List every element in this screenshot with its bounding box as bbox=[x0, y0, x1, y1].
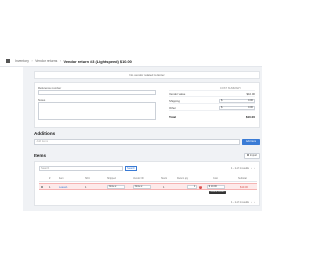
total-value: $10.00 bbox=[245, 114, 255, 119]
row-cost-input[interactable]: $ 10.00 bbox=[207, 185, 225, 190]
page-title: Vendor return #3 (Lightspeed) $10.00 bbox=[63, 58, 132, 64]
warning-icon[interactable]: ! bbox=[199, 185, 203, 189]
col-shipped: Shipped bbox=[107, 177, 116, 180]
breadcrumb-inventory[interactable]: Inventory bbox=[15, 59, 29, 63]
table-row: 1 Leave1 1 None ▾ None ▾ 1 1 ! $ 10.00 $… bbox=[39, 183, 257, 190]
pager-prev-icon[interactable]: ‹ bbox=[251, 167, 252, 170]
row-return-qty-input[interactable]: 1 bbox=[187, 185, 197, 190]
row-stock: 1 bbox=[163, 185, 165, 189]
breadcrumb-vendor-returns[interactable]: Vendor returns bbox=[35, 59, 57, 63]
col-cost: Cost bbox=[213, 177, 218, 180]
col-vendor-id: Vendor ID bbox=[133, 177, 144, 180]
col-subtotal: Subtotal bbox=[238, 177, 247, 180]
cost-summary-label: COST SUMMARY bbox=[219, 86, 241, 90]
col-return-qty: Return qty bbox=[177, 177, 189, 180]
import-icon bbox=[246, 154, 249, 157]
col-sku: SKU bbox=[85, 177, 90, 180]
row-checkbox[interactable] bbox=[41, 186, 44, 189]
row-sku: 1 bbox=[85, 185, 87, 189]
import-button-label: Import bbox=[249, 154, 258, 157]
import-button[interactable]: Import bbox=[244, 153, 260, 159]
pager-top: 1 - 1 of 1 results ‹ › bbox=[231, 167, 255, 170]
row-item-link[interactable]: Leave1 bbox=[59, 186, 68, 189]
notice-banner: No vendor related to Enter bbox=[34, 71, 260, 79]
notes-textarea[interactable] bbox=[38, 102, 156, 120]
cost-summary-header: COST SUMMARY bbox=[169, 86, 255, 91]
breadcrumb: Inventory › Vendor returns › Vendor retu… bbox=[15, 59, 132, 64]
pager-bottom-text: 1 - 1 of 1 results bbox=[230, 201, 249, 204]
main-content: No vendor related to Enter Reference num… bbox=[23, 67, 262, 211]
breadcrumb-separator-icon: › bbox=[59, 59, 61, 63]
vendor-value-label: Vendor value bbox=[169, 92, 186, 96]
apps-grid-icon[interactable] bbox=[6, 59, 10, 63]
vendor-value: $10.00 bbox=[246, 92, 255, 96]
items-header: Items Import bbox=[34, 153, 260, 160]
pager-bottom: 1 - 1 of 1 results ‹ › bbox=[231, 201, 255, 204]
total-row: Total $10.00 bbox=[169, 114, 255, 119]
screenshot: Inventory › Vendor returns › Vendor retu… bbox=[0, 0, 280, 280]
reference-input[interactable] bbox=[38, 90, 156, 95]
total-label: Total bbox=[169, 114, 176, 119]
shipping-row: Shipping $ 0.00 bbox=[169, 99, 255, 104]
pager-next-icon[interactable]: › bbox=[254, 167, 255, 170]
items-search-input[interactable]: Search bbox=[39, 166, 123, 171]
shipping-label: Shipping bbox=[169, 99, 180, 103]
shipping-currency: $ bbox=[221, 99, 223, 102]
row-cost-value: 10.00 bbox=[210, 185, 217, 188]
shipping-input[interactable]: $ 0.00 bbox=[219, 99, 255, 103]
pager-bottom-next-icon[interactable]: › bbox=[254, 201, 255, 204]
add-item-button[interactable]: Add item bbox=[242, 139, 260, 145]
top-bar: Inventory › Vendor returns › Vendor retu… bbox=[0, 56, 262, 67]
additions-title: Additions bbox=[34, 131, 56, 136]
return-reason-tooltip: Return reason bbox=[209, 190, 226, 194]
vendor-value-row: Vendor value $10.00 bbox=[169, 92, 255, 97]
row-shipped-select[interactable]: None ▾ bbox=[107, 185, 125, 190]
other-label: Other bbox=[169, 106, 176, 110]
col-index: # bbox=[49, 177, 51, 180]
items-card: Search Search 1 - 1 of 1 results ‹ › # I… bbox=[34, 161, 260, 206]
pager-text: 1 - 1 of 1 results bbox=[230, 167, 249, 170]
pager-bottom-prev-icon[interactable]: ‹ bbox=[251, 201, 252, 204]
row-vendor-select[interactable]: None ▾ bbox=[133, 185, 151, 190]
shipping-value: 0.00 bbox=[247, 99, 253, 102]
row-subtotal: $10.00 bbox=[240, 185, 248, 189]
add-item-input[interactable]: Add items bbox=[34, 139, 240, 145]
details-card: Reference number Notes COST SUMMARY Vend… bbox=[34, 82, 260, 128]
other-row: Other $ 0.00 bbox=[169, 106, 255, 111]
additions-row: Add items Add item bbox=[34, 139, 260, 146]
items-title: Items bbox=[34, 153, 47, 158]
other-currency: $ bbox=[221, 106, 223, 109]
col-stock: Stock bbox=[161, 177, 167, 180]
row-shipped-value: None bbox=[108, 185, 115, 188]
table-header: # Item SKU Shipped Vendor ID Stock Retur… bbox=[39, 177, 257, 182]
row-index: 1 bbox=[49, 185, 51, 189]
items-search-button[interactable]: Search bbox=[125, 166, 137, 171]
col-item: Item bbox=[59, 177, 64, 180]
breadcrumb-separator-icon: › bbox=[31, 59, 33, 63]
other-input[interactable]: $ 0.00 bbox=[219, 106, 255, 110]
row-vendor-value: None bbox=[134, 185, 141, 188]
other-value: 0.00 bbox=[247, 106, 253, 109]
